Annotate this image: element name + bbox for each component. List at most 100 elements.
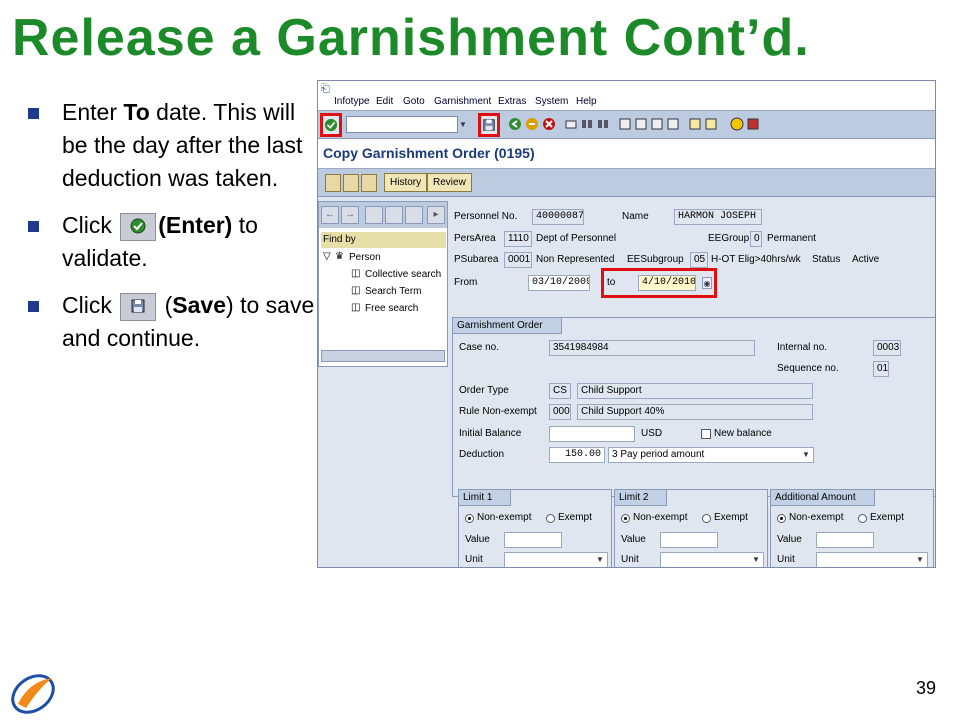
cancel-icon[interactable] [542, 117, 556, 131]
case-no-label: Case no. [459, 342, 500, 353]
tree-item-free-search[interactable]: Free search [365, 303, 418, 314]
person-icon[interactable] [361, 174, 377, 192]
first-page-icon[interactable] [618, 117, 632, 131]
from-date-field[interactable]: 03/10/2009 [528, 275, 590, 291]
limit-1-group: Limit 1 Non-exempt Exempt Value Unit ▼ [458, 489, 612, 567]
nav-horizontal-scrollbar[interactable] [321, 350, 445, 362]
nav-back-icon[interactable]: ← [321, 206, 339, 224]
deduction-amount-field[interactable]: 150.00 [549, 447, 605, 463]
rule-non-exempt-label: Rule Non-exempt [459, 406, 537, 417]
additional-value-field[interactable] [816, 532, 874, 548]
instruction-list: Enter To date. This will be the day afte… [28, 96, 318, 369]
back-icon[interactable] [508, 117, 522, 131]
order-type-code-field[interactable]: CS [549, 383, 571, 399]
standard-toolbar: ▼ [318, 111, 935, 139]
personnel-no-field: 40000087 [532, 209, 584, 225]
nav-tool-icon[interactable] [385, 206, 403, 224]
case-no-field[interactable]: 3541984984 [549, 340, 755, 356]
command-field[interactable] [346, 116, 458, 133]
limit-2-exempt-radio[interactable] [702, 514, 711, 523]
print-icon[interactable] [564, 117, 578, 131]
garnishment-order-group: Garnishment Order Case no. 3541984984 In… [452, 317, 935, 497]
limit-2-exempt-label: Exempt [714, 512, 748, 523]
limit-1-non-exempt-radio[interactable] [465, 514, 474, 523]
additional-exempt-radio[interactable] [858, 514, 867, 523]
menu-help[interactable]: Help [576, 96, 597, 107]
nav-tool-icon[interactable] [405, 206, 423, 224]
limit-2-title: Limit 2 [615, 490, 668, 506]
tree-item-search-term[interactable]: Search Term [365, 286, 422, 297]
initial-balance-field[interactable] [549, 426, 635, 442]
find-by-header: Find by [321, 232, 446, 248]
order-type-text-field: Child Support [577, 383, 813, 399]
exit-icon[interactable] [525, 117, 539, 131]
list-icon[interactable] [343, 174, 359, 192]
window-menu-icon[interactable]: ⎗ [321, 83, 330, 96]
deduction-label: Deduction [459, 449, 505, 460]
menu-infotype[interactable]: Infotype [334, 96, 370, 107]
slide-title: Release a Garnishment Cont’d. [12, 9, 810, 67]
additional-non-exempt-label: Non-exempt [789, 512, 844, 523]
tree-item-collective-search[interactable]: Collective search [365, 269, 441, 280]
nav-tool-icon[interactable] [365, 206, 383, 224]
help-icon[interactable] [730, 117, 744, 131]
dropdown-icon[interactable]: ▼ [915, 554, 925, 566]
sequence-no-field: 01 [873, 361, 889, 377]
internal-no-label: Internal no. [777, 342, 828, 353]
limit-2-value-label: Value [621, 534, 646, 545]
enter-button[interactable] [320, 113, 342, 137]
layout-menu-icon[interactable] [746, 117, 760, 131]
command-history-icon[interactable]: ▼ [458, 119, 468, 131]
calendar-icon[interactable]: ◉ [702, 277, 712, 289]
sap-window: ⎗ Infotype Edit Goto Garnishment Extras … [317, 80, 936, 568]
psubarea-text: Non Represented [536, 254, 615, 265]
save-icon [483, 119, 495, 131]
menu-system[interactable]: System [535, 96, 568, 107]
previous-page-icon[interactable] [634, 117, 648, 131]
nav-toolbar: ← → ▸ [319, 202, 447, 228]
limit-2-non-exempt-radio[interactable] [621, 514, 630, 523]
to-date-field[interactable]: 4/10/2010 [638, 275, 696, 291]
rule-code-field[interactable]: 000 [549, 404, 571, 420]
dropdown-icon[interactable]: ▼ [751, 554, 761, 566]
additional-exempt-label: Exempt [870, 512, 904, 523]
screen-title: Copy Garnishment Order (0195) [323, 145, 535, 161]
menu-edit[interactable]: Edit [376, 96, 393, 107]
currency-text: USD [641, 428, 663, 439]
last-page-icon[interactable] [666, 117, 680, 131]
new-balance-checkbox[interactable] [701, 429, 711, 439]
nav-forward-icon[interactable]: → [341, 206, 359, 224]
menu-garnishment[interactable]: Garnishment [434, 96, 491, 107]
limit-2-value-field[interactable] [660, 532, 718, 548]
next-page-icon[interactable] [650, 117, 664, 131]
shortcut-icon[interactable] [704, 117, 718, 131]
overview-icon[interactable] [325, 174, 341, 192]
page-number: 39 [915, 678, 936, 698]
menu-extras[interactable]: Extras [498, 96, 526, 107]
deduction-type-select[interactable]: 3 Pay period amount [608, 447, 814, 463]
tree-collapse-icon[interactable]: ▽ [323, 251, 331, 262]
new-session-icon[interactable] [688, 117, 702, 131]
tree-node-person[interactable]: Person [349, 252, 381, 263]
find-icon[interactable] [580, 117, 594, 131]
additional-non-exempt-radio[interactable] [777, 514, 786, 523]
menu-goto[interactable]: Goto [403, 96, 425, 107]
limit-1-unit-select[interactable] [504, 552, 608, 567]
save-button[interactable] [478, 113, 500, 137]
limit-2-unit-select[interactable] [660, 552, 764, 567]
bullet-click-save: Click (Save) to save and continue. [28, 289, 318, 355]
dropdown-icon[interactable]: ▼ [595, 554, 605, 566]
persarea-text: Dept of Personnel [536, 233, 617, 244]
find-next-icon[interactable] [596, 117, 610, 131]
object-manager-panel: ← → ▸ Find by ▽ ♛ Person ◫ Collective se… [318, 201, 448, 367]
nav-expand-icon[interactable]: ▸ [427, 206, 445, 224]
limit-1-value-field[interactable] [504, 532, 562, 548]
psubarea-code-field: 0001 [504, 252, 532, 268]
history-button[interactable]: History [384, 173, 428, 192]
limit-1-exempt-radio[interactable] [546, 514, 555, 523]
status-text: Active [852, 254, 880, 265]
limit-1-title: Limit 1 [459, 490, 512, 506]
dropdown-icon[interactable]: ▼ [801, 449, 811, 461]
additional-unit-select[interactable] [816, 552, 928, 567]
review-button[interactable]: Review [427, 173, 472, 192]
